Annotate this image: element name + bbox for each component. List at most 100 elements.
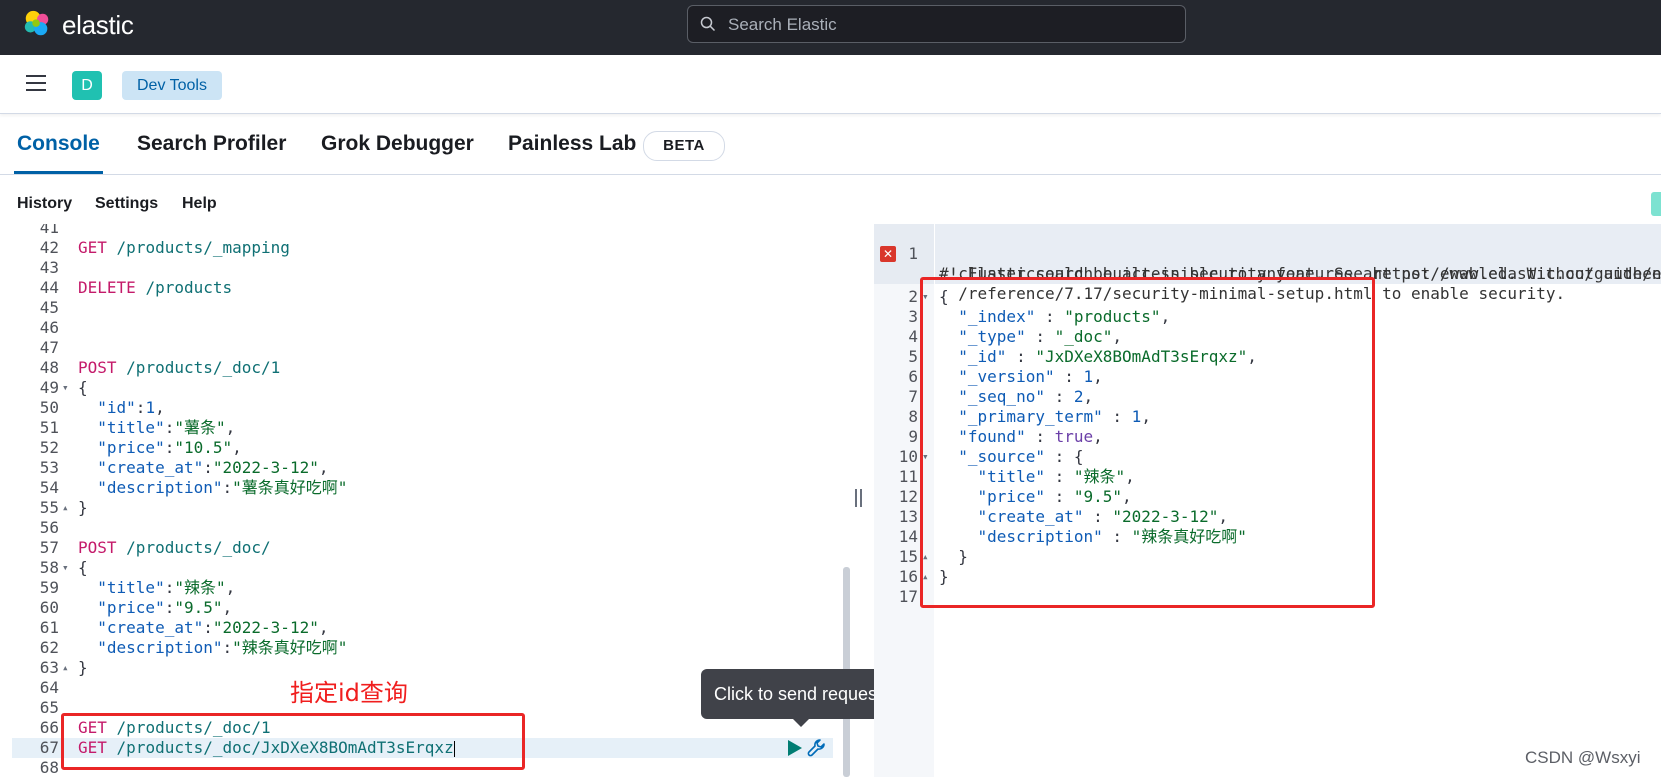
editor-line: 60 "price":"9.5",	[12, 598, 833, 618]
editor-line: 62 "description":"辣条真好吃啊"	[12, 638, 833, 658]
code-text: }	[78, 658, 88, 678]
help-link[interactable]: Help	[182, 195, 217, 213]
elastic-logo-icon[interactable]	[22, 9, 52, 39]
line-number: 44	[39, 278, 59, 297]
token-p: :	[222, 478, 233, 497]
token-str: "薯条真好吃啊"	[232, 478, 348, 497]
pane-resizer-handle[interactable]	[855, 489, 865, 509]
token-key: "price"	[97, 438, 165, 457]
settings-link[interactable]: Settings	[95, 195, 158, 213]
editor-line: 45	[12, 298, 833, 318]
line-number: 14	[898, 527, 918, 546]
send-request-play-icon[interactable]	[784, 738, 804, 758]
line-number: 62	[39, 638, 59, 657]
global-search-box[interactable]	[687, 5, 1186, 44]
line-number: 9	[908, 427, 918, 446]
annotation-label: 指定id查询	[290, 679, 408, 707]
line-number: 67	[39, 738, 59, 757]
editor-line: 41	[12, 224, 833, 238]
line-number: 10	[898, 447, 918, 466]
token-url: /products/_doc/1	[126, 358, 281, 377]
token-p	[136, 278, 146, 297]
fold-toggle-icon[interactable]: ▾	[62, 558, 69, 578]
line-number: 15	[898, 547, 918, 566]
token-p: ,	[225, 418, 236, 437]
token-p	[78, 618, 97, 637]
line-number: 46	[39, 318, 59, 337]
send-request-tooltip: Click to send request	[701, 669, 895, 719]
code-text: "description":"辣条真好吃啊"	[78, 638, 347, 658]
token-key: "description"	[97, 478, 223, 497]
token-p: }	[78, 498, 88, 517]
token-key: "create_at"	[97, 458, 204, 477]
history-link[interactable]: History	[17, 195, 72, 213]
editor-line: 54 "description":"薯条真好吃啊"	[12, 478, 833, 498]
code-text: }	[78, 498, 88, 518]
wrench-icon[interactable]	[806, 737, 828, 759]
token-p: {	[78, 378, 88, 397]
hamburger-menu-icon[interactable]	[24, 71, 48, 95]
tab-search-profiler[interactable]: Search Profiler	[137, 114, 286, 174]
line-number: 13	[898, 507, 918, 526]
code-text: DELETE /products	[78, 278, 232, 298]
token-p: :	[222, 638, 233, 657]
token-p: ,	[318, 618, 329, 637]
token-key: "title"	[97, 418, 165, 437]
line-number: 55	[39, 498, 59, 517]
app-subheader: D Dev Tools	[0, 55, 1661, 114]
token-p	[117, 358, 127, 377]
right-edge-button[interactable]	[1651, 192, 1661, 216]
line-number: 6	[908, 367, 918, 386]
line-number: 4	[908, 327, 918, 346]
token-p	[117, 538, 127, 557]
code-text: {	[78, 558, 88, 578]
line-number: 48	[39, 358, 59, 377]
line-number: 43	[39, 258, 59, 277]
token-p	[78, 638, 97, 657]
token-p: ,	[225, 578, 236, 597]
fold-toggle-icon[interactable]: ▴	[62, 658, 69, 678]
code-text: "price":"10.5",	[78, 438, 242, 458]
token-p: :	[164, 598, 175, 617]
line-number: 41	[39, 224, 59, 237]
code-text: "create_at":"2022-3-12",	[78, 618, 328, 638]
line-number: 53	[39, 458, 59, 477]
token-num: 1	[145, 398, 156, 417]
token-p: {	[78, 558, 88, 577]
fold-toggle-icon[interactable]: ▾	[62, 378, 69, 398]
editor-line: 49 ▾ {	[12, 378, 833, 398]
line-number: 66	[39, 718, 59, 737]
search-icon	[700, 16, 716, 32]
code-text: "title":"辣条",	[78, 578, 235, 598]
editor-line: 61 "create_at":"2022-3-12",	[12, 618, 833, 638]
line-number: 56	[39, 518, 59, 537]
editor-line: 56	[12, 518, 833, 538]
tab-console[interactable]: Console	[14, 114, 103, 174]
line-number: 42	[39, 238, 59, 257]
token-str: "10.5"	[174, 438, 233, 457]
token-p	[78, 458, 97, 477]
fold-toggle-icon[interactable]: ▴	[62, 498, 69, 518]
code-text: "description":"薯条真好吃啊"	[78, 478, 347, 498]
editor-line: 55 ▴}	[12, 498, 833, 518]
beta-badge: BETA	[643, 131, 725, 161]
token-key: "price"	[97, 598, 165, 617]
line-number: 60	[39, 598, 59, 617]
token-method: POST	[78, 358, 117, 377]
editor-line: 43	[12, 258, 833, 278]
line-number: 59	[39, 578, 59, 597]
space-avatar[interactable]: D	[72, 71, 102, 100]
line-number: 2	[908, 287, 918, 306]
token-key: "id"	[97, 398, 136, 417]
tab-grok-debugger[interactable]: Grok Debugger	[321, 114, 474, 174]
annotation-box-response	[920, 277, 1375, 608]
editor-line: 53 "create_at":"2022-3-12",	[12, 458, 833, 478]
search-input[interactable]	[726, 6, 1170, 44]
token-method: DELETE	[78, 278, 136, 297]
breadcrumb-dev-tools[interactable]: Dev Tools	[122, 71, 222, 100]
editor-line: 50 "id":1,	[12, 398, 833, 418]
code-text: "price":"9.5",	[78, 598, 232, 618]
tab-painless-lab[interactable]: Painless Lab	[508, 114, 636, 174]
line-number: 63	[39, 658, 59, 677]
token-p	[78, 398, 97, 417]
